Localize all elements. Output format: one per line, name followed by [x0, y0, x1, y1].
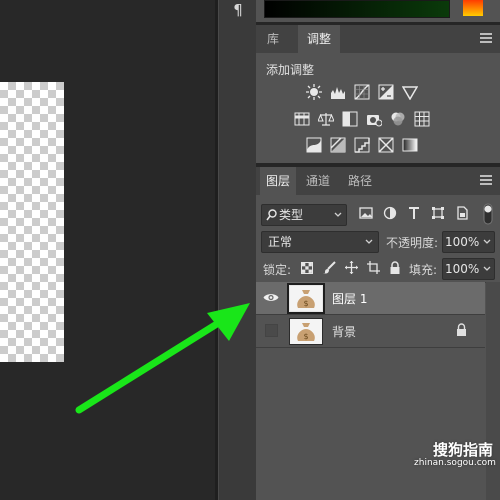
watermark-url: zhinan.sogou.com [414, 458, 496, 468]
green-pointer-arrow [75, 303, 250, 414]
watermark-text: 搜狗指南 [432, 441, 493, 459]
